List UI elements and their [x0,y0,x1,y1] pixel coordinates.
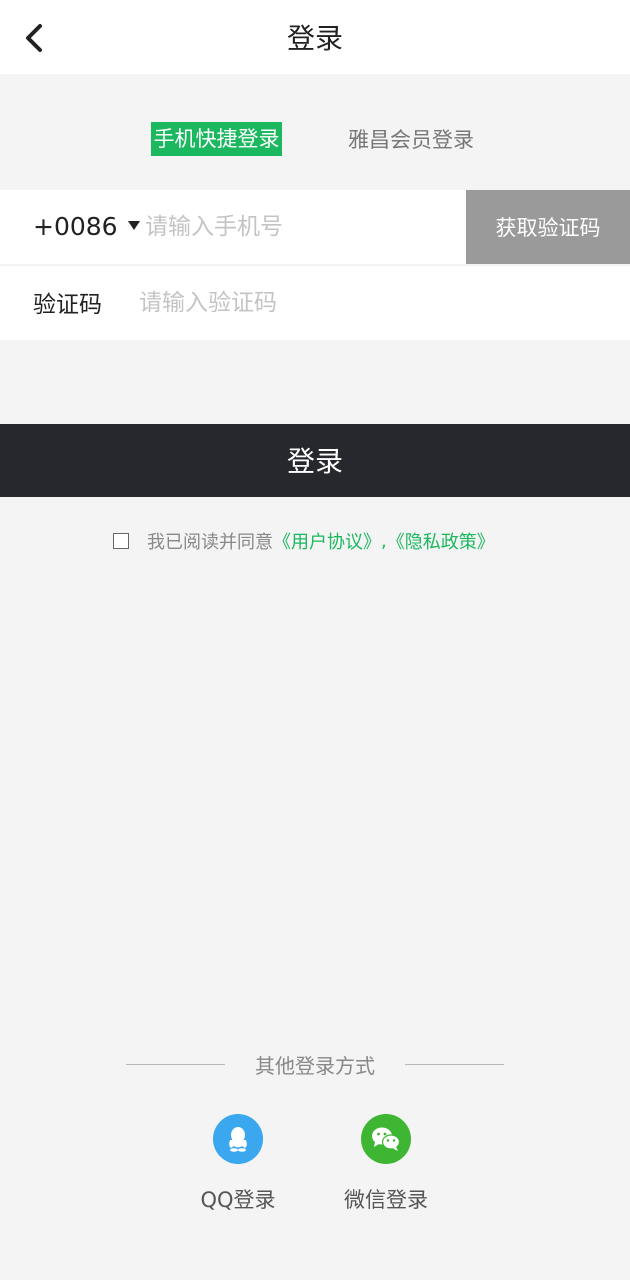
divider-line-right [405,1064,504,1065]
qq-login-label: QQ登录 [200,1188,276,1212]
header-bar: 登录 [0,0,630,74]
user-agreement-link[interactable]: 《用户协议》 [273,528,381,554]
page-title: 登录 [286,22,343,55]
qq-login-button[interactable]: QQ登录 [178,1114,298,1214]
wechat-login-label: 微信登录 [344,1188,428,1212]
verify-code-row: 验证码 [0,266,630,340]
other-login-divider: 其他登录方式 [0,1050,630,1082]
agreement-checkbox[interactable] [113,533,129,549]
caret-down-icon [127,220,140,230]
back-button[interactable] [14,18,54,58]
verify-code-input[interactable] [139,280,579,326]
tab-phone-quick-login[interactable]: 手机快捷登录 [151,122,282,156]
login-tabs: 手机快捷登录 雅昌会员登录 [0,122,630,162]
agreement-prefix: 我已阅读并同意 [147,532,273,553]
verify-code-label: 验证码 [33,292,102,318]
agreement-row: 我已阅读并同意 《用户协议》 , 《隐私政策》 [113,528,495,554]
other-login-label: 其他登录方式 [255,1054,375,1078]
phone-row: +0086 获取验证码 [0,190,630,264]
country-code-value: +0086 [33,212,118,241]
phone-input[interactable] [145,204,445,250]
country-code-select[interactable]: +0086 [33,190,140,264]
login-button[interactable]: 登录 [0,424,630,497]
get-code-button[interactable]: 获取验证码 [466,190,630,264]
chevron-left-icon [26,24,42,52]
qq-icon [213,1114,263,1164]
tab-member-login[interactable]: 雅昌会员登录 [348,122,474,156]
wechat-icon [361,1114,411,1164]
wechat-login-button[interactable]: 微信登录 [326,1114,446,1214]
privacy-policy-link[interactable]: 《隐私政策》 [387,528,495,554]
